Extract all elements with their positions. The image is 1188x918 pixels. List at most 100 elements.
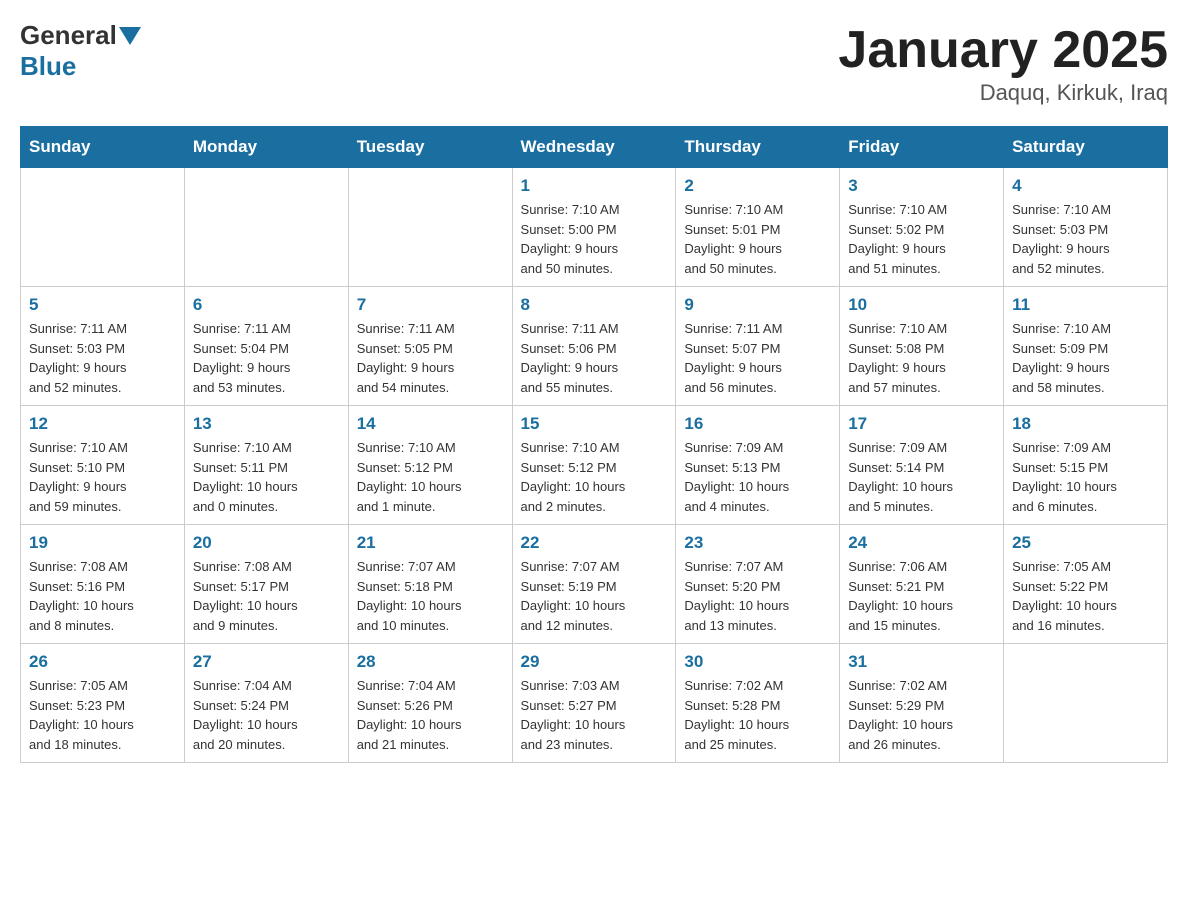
weekday-header: Monday <box>184 127 348 168</box>
day-number: 4 <box>1012 176 1159 196</box>
logo-arrow-icon <box>119 27 141 45</box>
calendar-header-row: SundayMondayTuesdayWednesdayThursdayFrid… <box>21 127 1168 168</box>
day-info: Sunrise: 7:10 AM Sunset: 5:09 PM Dayligh… <box>1012 319 1159 397</box>
calendar-cell: 9Sunrise: 7:11 AM Sunset: 5:07 PM Daylig… <box>676 287 840 406</box>
calendar-cell: 26 Sunrise: 7:05 AM Sunset: 5:23 PM Dayli… <box>21 644 185 763</box>
day-number: 20 <box>193 533 340 553</box>
day-number: 2 <box>684 176 831 196</box>
calendar-cell: 22 Sunrise: 7:07 AM Sunset: 5:19 PM Dayli… <box>512 525 676 644</box>
calendar-cell: 13 Sunrise: 7:10 AM Sunset: 5:11 PM Dayli… <box>184 406 348 525</box>
calendar-cell: 1 Sunrise: 7:10 AM Sunset: 5:00 PM Daylig… <box>512 168 676 287</box>
logo-line1: General <box>20 20 141 51</box>
calendar-cell: 20 Sunrise: 7:08 AM Sunset: 5:17 PM Dayli… <box>184 525 348 644</box>
day-number: 8 <box>521 295 668 315</box>
day-number: 30 <box>684 652 831 672</box>
day-info: Sunrise: 7:11 AM Sunset: 5:07 PM Dayligh… <box>684 319 831 397</box>
calendar-cell: 21Sunrise: 7:07 AM Sunset: 5:18 PM Dayli… <box>348 525 512 644</box>
day-info: Sunrise: 7:11 AM Sunset: 5:04 PM Dayligh… <box>193 319 340 397</box>
calendar-cell: 23 Sunrise: 7:07 AM Sunset: 5:20 PM Dayli… <box>676 525 840 644</box>
day-number: 5 <box>29 295 176 315</box>
day-number: 7 <box>357 295 504 315</box>
title-section: January 2025 Daquq, Kirkuk, Iraq <box>838 20 1168 106</box>
day-info: Sunrise: 7:09 AM Sunset: 5:15 PM Dayligh… <box>1012 438 1159 516</box>
calendar-cell: 7 Sunrise: 7:11 AM Sunset: 5:05 PM Daylig… <box>348 287 512 406</box>
day-number: 14 <box>357 414 504 434</box>
weekday-header: Friday <box>840 127 1004 168</box>
calendar-cell: 31 Sunrise: 7:02 AM Sunset: 5:29 PM Dayli… <box>840 644 1004 763</box>
calendar-cell <box>348 168 512 287</box>
day-number: 15 <box>521 414 668 434</box>
calendar-cell: 24 Sunrise: 7:06 AM Sunset: 5:21 PM Dayli… <box>840 525 1004 644</box>
day-number: 1 <box>521 176 668 196</box>
weekday-header: Thursday <box>676 127 840 168</box>
calendar-cell: 19 Sunrise: 7:08 AM Sunset: 5:16 PM Dayli… <box>21 525 185 644</box>
day-info: Sunrise: 7:04 AM Sunset: 5:24 PM Dayligh… <box>193 676 340 754</box>
day-info: Sunrise: 7:02 AM Sunset: 5:29 PM Dayligh… <box>848 676 995 754</box>
calendar-cell: 18Sunrise: 7:09 AM Sunset: 5:15 PM Dayli… <box>1004 406 1168 525</box>
weekday-header: Wednesday <box>512 127 676 168</box>
calendar-cell: 10Sunrise: 7:10 AM Sunset: 5:08 PM Dayli… <box>840 287 1004 406</box>
day-info: Sunrise: 7:02 AM Sunset: 5:28 PM Dayligh… <box>684 676 831 754</box>
day-info: Sunrise: 7:09 AM Sunset: 5:13 PM Dayligh… <box>684 438 831 516</box>
logo-general-text: General <box>20 20 117 51</box>
day-number: 24 <box>848 533 995 553</box>
calendar-week-row: 19 Sunrise: 7:08 AM Sunset: 5:16 PM Dayli… <box>21 525 1168 644</box>
calendar-cell <box>1004 644 1168 763</box>
day-info: Sunrise: 7:07 AM Sunset: 5:19 PM Dayligh… <box>521 557 668 635</box>
calendar-cell: 16 Sunrise: 7:09 AM Sunset: 5:13 PM Dayli… <box>676 406 840 525</box>
calendar-cell: 12Sunrise: 7:10 AM Sunset: 5:10 PM Dayli… <box>21 406 185 525</box>
calendar-cell: 4 Sunrise: 7:10 AM Sunset: 5:03 PM Daylig… <box>1004 168 1168 287</box>
calendar-cell <box>21 168 185 287</box>
day-number: 31 <box>848 652 995 672</box>
day-info: Sunrise: 7:10 AM Sunset: 5:12 PM Dayligh… <box>357 438 504 516</box>
day-info: Sunrise: 7:11 AM Sunset: 5:06 PM Dayligh… <box>521 319 668 397</box>
day-number: 27 <box>193 652 340 672</box>
day-number: 13 <box>193 414 340 434</box>
day-info: Sunrise: 7:10 AM Sunset: 5:02 PM Dayligh… <box>848 200 995 278</box>
day-info: Sunrise: 7:08 AM Sunset: 5:16 PM Dayligh… <box>29 557 176 635</box>
weekday-header: Tuesday <box>348 127 512 168</box>
calendar-week-row: 12Sunrise: 7:10 AM Sunset: 5:10 PM Dayli… <box>21 406 1168 525</box>
day-info: Sunrise: 7:03 AM Sunset: 5:27 PM Dayligh… <box>521 676 668 754</box>
logo-blue-label: Blue <box>20 51 76 81</box>
day-number: 3 <box>848 176 995 196</box>
day-info: Sunrise: 7:10 AM Sunset: 5:00 PM Dayligh… <box>521 200 668 278</box>
day-number: 6 <box>193 295 340 315</box>
day-info: Sunrise: 7:04 AM Sunset: 5:26 PM Dayligh… <box>357 676 504 754</box>
day-info: Sunrise: 7:07 AM Sunset: 5:20 PM Dayligh… <box>684 557 831 635</box>
calendar-cell: 29 Sunrise: 7:03 AM Sunset: 5:27 PM Dayli… <box>512 644 676 763</box>
day-info: Sunrise: 7:11 AM Sunset: 5:05 PM Dayligh… <box>357 319 504 397</box>
weekday-header: Sunday <box>21 127 185 168</box>
day-number: 19 <box>29 533 176 553</box>
day-info: Sunrise: 7:10 AM Sunset: 5:11 PM Dayligh… <box>193 438 340 516</box>
weekday-header: Saturday <box>1004 127 1168 168</box>
calendar-table: SundayMondayTuesdayWednesdayThursdayFrid… <box>20 126 1168 763</box>
day-info: Sunrise: 7:10 AM Sunset: 5:12 PM Dayligh… <box>521 438 668 516</box>
day-number: 12 <box>29 414 176 434</box>
day-info: Sunrise: 7:06 AM Sunset: 5:21 PM Dayligh… <box>848 557 995 635</box>
calendar-cell <box>184 168 348 287</box>
day-info: Sunrise: 7:10 AM Sunset: 5:03 PM Dayligh… <box>1012 200 1159 278</box>
calendar-week-row: 1 Sunrise: 7:10 AM Sunset: 5:00 PM Daylig… <box>21 168 1168 287</box>
calendar-cell: 17Sunrise: 7:09 AM Sunset: 5:14 PM Dayli… <box>840 406 1004 525</box>
calendar-title: January 2025 <box>838 20 1168 80</box>
day-number: 28 <box>357 652 504 672</box>
logo: General Blue <box>20 20 141 82</box>
day-info: Sunrise: 7:05 AM Sunset: 5:22 PM Dayligh… <box>1012 557 1159 635</box>
day-info: Sunrise: 7:08 AM Sunset: 5:17 PM Dayligh… <box>193 557 340 635</box>
calendar-cell: 14 Sunrise: 7:10 AM Sunset: 5:12 PM Dayli… <box>348 406 512 525</box>
logo-blue-text: Blue <box>20 51 76 82</box>
day-info: Sunrise: 7:09 AM Sunset: 5:14 PM Dayligh… <box>848 438 995 516</box>
day-number: 29 <box>521 652 668 672</box>
calendar-cell: 15 Sunrise: 7:10 AM Sunset: 5:12 PM Dayli… <box>512 406 676 525</box>
day-info: Sunrise: 7:05 AM Sunset: 5:23 PM Dayligh… <box>29 676 176 754</box>
day-number: 25 <box>1012 533 1159 553</box>
calendar-cell: 11Sunrise: 7:10 AM Sunset: 5:09 PM Dayli… <box>1004 287 1168 406</box>
day-number: 23 <box>684 533 831 553</box>
day-number: 26 <box>29 652 176 672</box>
day-number: 22 <box>521 533 668 553</box>
day-info: Sunrise: 7:10 AM Sunset: 5:08 PM Dayligh… <box>848 319 995 397</box>
day-number: 16 <box>684 414 831 434</box>
day-info: Sunrise: 7:07 AM Sunset: 5:18 PM Dayligh… <box>357 557 504 635</box>
page-header: General Blue January 2025 Daquq, Kirkuk,… <box>20 20 1168 106</box>
